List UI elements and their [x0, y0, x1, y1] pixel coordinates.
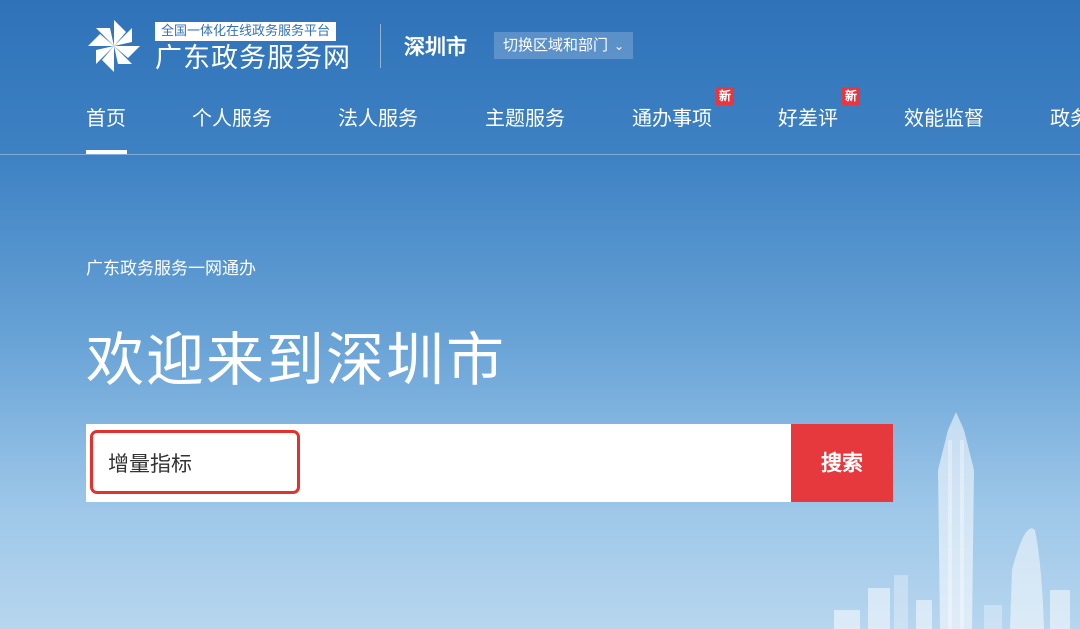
header: 全国一体化在线政务服务平台 广东政务服务网 深圳市 切换区域和部门 ⌄ 首页 个人…	[0, 0, 1080, 155]
new-badge: 新	[715, 87, 734, 105]
nav-item-label: 效能监督	[904, 106, 984, 130]
highlight-annotation	[90, 430, 300, 494]
logo-pinwheel-icon[interactable]	[86, 18, 142, 74]
nav-item-rating[interactable]: 好差评 新	[778, 87, 860, 133]
nav-item-general-matters[interactable]: 通办事项 新	[632, 87, 734, 133]
switch-region-label: 切换区域和部门	[503, 36, 609, 54]
nav-item-label: 政务	[1050, 106, 1080, 130]
header-divider	[380, 24, 381, 68]
hero-subtitle: 广东政务服务一网通办	[86, 259, 256, 279]
search-button[interactable]: 搜索	[791, 424, 893, 502]
nav-item-efficiency-supervision[interactable]: 效能监督	[904, 103, 984, 133]
current-city: 深圳市	[404, 35, 467, 59]
switch-region-button[interactable]: 切换区域和部门 ⌄	[494, 32, 634, 59]
hero-welcome-title: 欢迎来到深圳市	[86, 326, 507, 394]
logo-tagline: 全国一体化在线政务服务平台	[155, 22, 337, 41]
nav-item-personal-services[interactable]: 个人服务	[192, 103, 272, 133]
nav-divider	[0, 154, 1080, 155]
nav-item-government-affairs[interactable]: 政务	[1050, 103, 1080, 133]
nav-item-legal-person-services[interactable]: 法人服务	[338, 103, 418, 133]
nav-item-label: 个人服务	[192, 106, 272, 130]
main-nav: 首页 个人服务 法人服务 主题服务 通办事项 新 好差评 新 效能监督 政务	[0, 87, 1080, 155]
site-title[interactable]: 广东政务服务网	[155, 42, 351, 76]
nav-item-label: 法人服务	[338, 106, 418, 130]
new-badge: 新	[841, 87, 860, 105]
nav-item-theme-services[interactable]: 主题服务	[485, 103, 565, 133]
nav-item-label: 通办事项	[632, 106, 712, 130]
chevron-down-icon: ⌄	[614, 39, 625, 53]
nav-item-label: 主题服务	[485, 106, 565, 130]
nav-item-label: 好差评	[778, 106, 838, 130]
nav-item-home[interactable]: 首页	[86, 103, 126, 133]
nav-item-label: 首页	[86, 106, 126, 130]
